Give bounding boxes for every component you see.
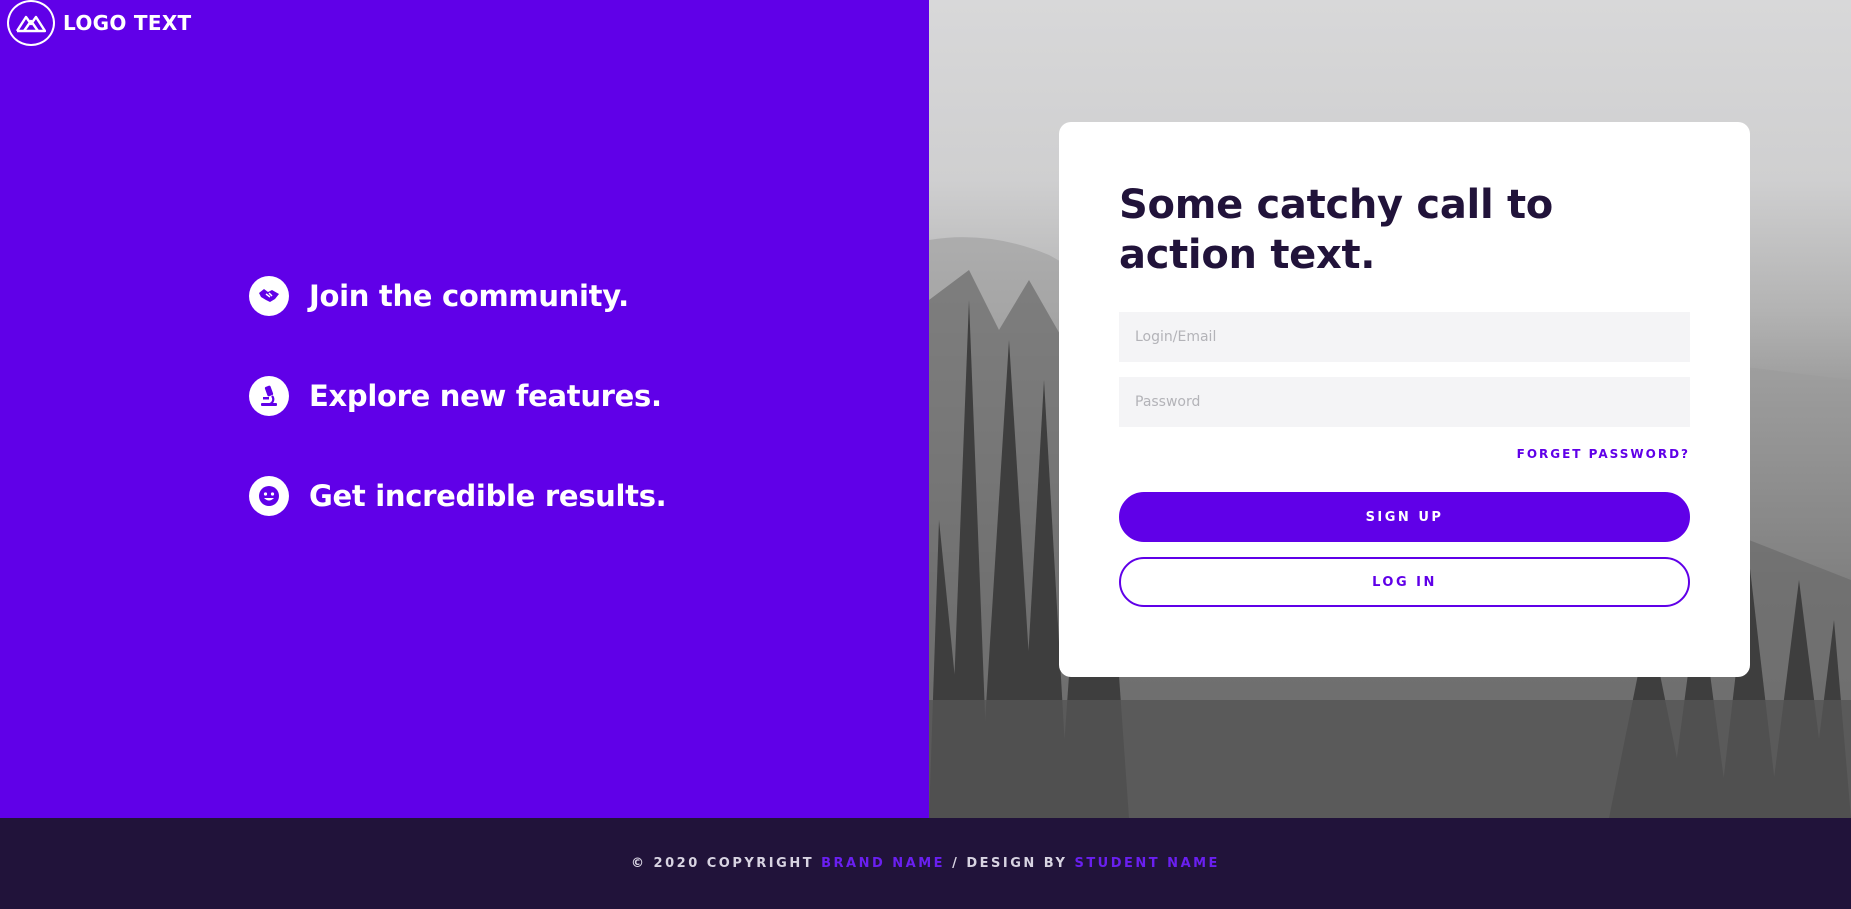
footer: © 2020 COPYRIGHT BRAND NAME / DESIGN BY … <box>0 818 1851 909</box>
sign-up-button[interactable]: SIGN UP <box>1119 492 1690 542</box>
feature-list: Join the community. Explore new features… <box>249 276 667 516</box>
footer-copyright: © 2020 COPYRIGHT <box>631 856 815 871</box>
password-input[interactable] <box>1119 377 1690 427</box>
logo-text: LOGO TEXT <box>63 11 192 35</box>
footer-brand-link[interactable]: BRAND NAME <box>821 856 945 871</box>
log-in-button[interactable]: LOG IN <box>1119 557 1690 607</box>
feature-item: Get incredible results. <box>249 476 667 516</box>
feature-item: Explore new features. <box>249 376 666 416</box>
card-title: Some catchy call to action text. <box>1119 182 1553 278</box>
forgot-password-link[interactable]: FORGET PASSWORD? <box>1517 447 1690 461</box>
footer-separator: / DESIGN BY <box>952 856 1068 871</box>
logo[interactable]: LOGO TEXT <box>7 0 191 46</box>
microscope-icon <box>249 376 289 416</box>
signup-card: Some catchy call to action text. FORGET … <box>1059 122 1750 677</box>
footer-student-link[interactable]: STUDENT NAME <box>1074 856 1220 871</box>
smile-icon <box>249 476 289 516</box>
feature-text: Explore new features. <box>309 379 662 413</box>
login-email-input[interactable] <box>1119 312 1690 362</box>
feature-text: Get incredible results. <box>309 479 667 513</box>
feature-item: Join the community. <box>249 276 666 316</box>
forgot-row: FORGET PASSWORD? <box>1119 443 1690 462</box>
handshake-icon <box>249 276 289 316</box>
left-panel: LOGO TEXT Join the community. Explore ne… <box>0 0 929 818</box>
mountain-icon <box>7 0 55 46</box>
feature-text: Join the community. <box>309 279 629 313</box>
